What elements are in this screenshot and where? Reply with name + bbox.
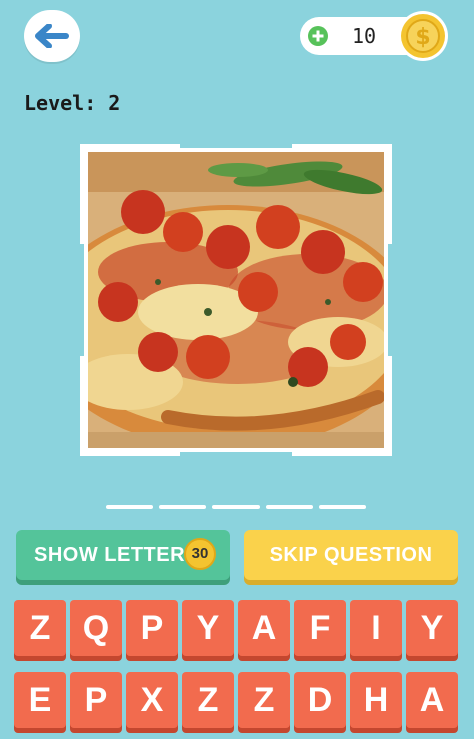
show-letter-label: SHOW LETTER xyxy=(34,544,186,566)
svg-text:$: $ xyxy=(415,25,430,50)
gold-coin-icon: $ xyxy=(398,11,448,61)
answer-slots xyxy=(106,505,367,511)
hint-cost-badge: 30 xyxy=(184,538,216,570)
answer-slot[interactable] xyxy=(159,505,207,509)
letter-key[interactable]: E xyxy=(14,672,66,728)
puzzle-image-frame xyxy=(80,143,392,456)
letter-key[interactable]: F xyxy=(294,600,346,656)
letter-key[interactable]: X xyxy=(126,672,178,728)
letter-key[interactable]: Q xyxy=(70,600,122,656)
letter-keyboard: Z Q P Y A F I Y E P X Z Z D H A xyxy=(14,600,462,728)
answer-slot[interactable] xyxy=(318,505,367,509)
letter-key[interactable]: Y xyxy=(406,600,458,656)
letter-key[interactable]: A xyxy=(406,672,458,728)
letter-key[interactable]: Z xyxy=(182,672,234,728)
skip-question-label: SKIP QUESTION xyxy=(269,544,433,566)
letter-key[interactable]: H xyxy=(350,672,402,728)
letter-key[interactable]: Z xyxy=(14,600,66,656)
back-button[interactable] xyxy=(24,10,80,62)
letter-key[interactable]: D xyxy=(294,672,346,728)
answer-slot[interactable] xyxy=(212,505,260,509)
pizza-photo xyxy=(88,152,384,448)
letter-key[interactable]: A xyxy=(238,600,290,656)
arrow-left-icon xyxy=(35,24,69,48)
letter-key[interactable]: P xyxy=(126,600,178,656)
letter-key[interactable]: Y xyxy=(182,600,234,656)
answer-slot[interactable] xyxy=(106,505,154,509)
letter-key[interactable]: I xyxy=(350,600,402,656)
level-label: Level: 2 xyxy=(24,91,121,115)
letter-key[interactable]: Z xyxy=(238,672,290,728)
skip-question-button[interactable]: SKIP QUESTION xyxy=(244,530,458,580)
coin-count: 10 xyxy=(352,24,377,48)
show-letter-button[interactable]: SHOW LETTER 30 xyxy=(16,530,230,580)
add-coins-icon[interactable] xyxy=(308,26,328,46)
answer-slot[interactable] xyxy=(265,505,313,509)
letter-key[interactable]: P xyxy=(70,672,122,728)
